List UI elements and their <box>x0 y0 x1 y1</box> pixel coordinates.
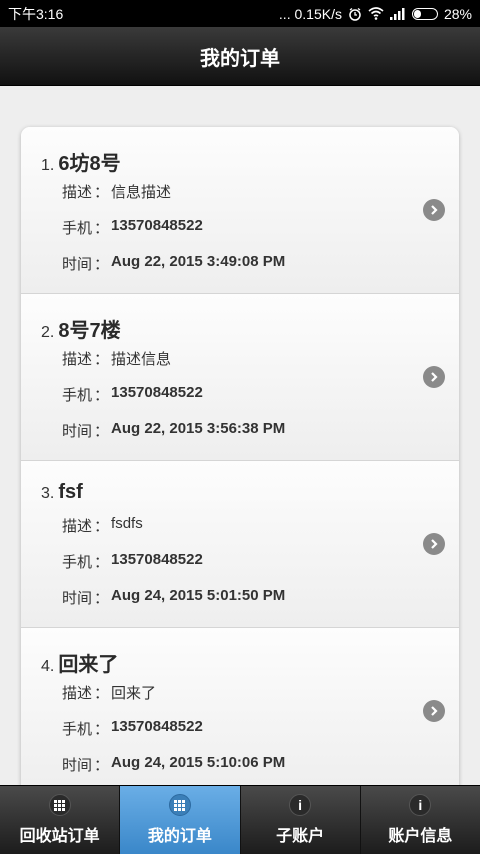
chevron-right-icon[interactable] <box>423 366 445 388</box>
network-speed: ... 0.15K/s <box>278 5 342 22</box>
separator: ： <box>94 518 110 535</box>
separator: ： <box>94 554 110 571</box>
chevron-right-icon[interactable] <box>423 199 445 221</box>
chevron-right-icon[interactable] <box>423 700 445 722</box>
order-phone: 手机： 13570848522 <box>62 217 203 238</box>
order-index: 2. <box>41 324 55 341</box>
order-title: 4. 回来了 <box>41 648 118 677</box>
tab-account-info[interactable]: i 账户信息 <box>361 786 480 854</box>
order-description: 描述：信息描述 <box>62 181 171 202</box>
phone-label: 手机 <box>62 721 93 738</box>
tab-recycle-orders[interactable]: 回收站订单 <box>0 786 121 854</box>
desc-value: fsdfs <box>111 515 143 532</box>
time-value: Aug 24, 2015 5:10:06 PM <box>111 754 286 771</box>
separator: ： <box>94 757 110 774</box>
order-phone: 手机： 13570848522 <box>62 384 203 405</box>
desc-label: 描述 <box>62 351 93 368</box>
desc-label: 描述 <box>62 518 93 535</box>
desc-label: 描述 <box>62 685 93 702</box>
order-time: 时间： Aug 22, 2015 3:56:38 PM <box>62 420 285 441</box>
desc-value: 信息描述 <box>111 184 172 201</box>
phone-label: 手机 <box>62 554 93 571</box>
phone-label: 手机 <box>62 220 93 237</box>
separator: ： <box>94 184 110 201</box>
order-phone: 手机： 13570848522 <box>62 718 203 739</box>
chevron-right-icon[interactable] <box>423 533 445 555</box>
battery-icon <box>411 7 438 20</box>
grid-icon <box>48 794 71 816</box>
order-description: 描述：描述信息 <box>62 348 171 369</box>
order-title: 3. fsf <box>41 481 83 504</box>
phone-value: 13570848522 <box>111 217 203 234</box>
order-name: 8号7楼 <box>58 320 121 342</box>
order-time: 时间： Aug 24, 2015 5:10:06 PM <box>62 754 285 775</box>
phone-value: 13570848522 <box>111 718 203 735</box>
desc-value: 回来了 <box>111 685 157 702</box>
status-time: 下午3:16 <box>8 5 64 22</box>
time-label: 时间 <box>62 590 93 607</box>
order-title: 1. 6坊8号 <box>41 147 121 176</box>
phone-value: 13570848522 <box>111 384 203 401</box>
tab-label: 账户信息 <box>388 828 453 845</box>
phone-label: 手机 <box>62 387 93 404</box>
order-index: 1. <box>41 157 55 174</box>
order-name: fsf <box>58 481 83 503</box>
tab-my-orders[interactable]: 我的订单 <box>120 786 241 854</box>
desc-label: 描述 <box>62 184 93 201</box>
tab-sub-accounts[interactable]: i 子账户 <box>241 786 361 854</box>
grid-icon <box>168 794 191 816</box>
order-time: 时间： Aug 24, 2015 5:01:50 PM <box>62 587 285 608</box>
separator: ： <box>94 590 110 607</box>
time-label: 时间 <box>62 256 93 273</box>
info-icon: i <box>289 794 312 816</box>
separator: ： <box>94 685 110 702</box>
tab-label: 我的订单 <box>147 828 212 845</box>
alarm-icon <box>348 7 362 21</box>
status-indicators: ... 0.15K/s 28% <box>279 6 472 22</box>
order-title: 2. 8号7楼 <box>41 314 121 343</box>
list-item[interactable]: 3. fsf 描述： fsdfs 手机： 13570848522 时间： Aug 24… <box>21 461 459 628</box>
tab-label: 回收站订单 <box>19 828 100 845</box>
list-item[interactable]: 4. 回来了 描述：回来了 手机： 13570848522 时间： Aug 24, … <box>21 628 459 785</box>
order-index: 4. <box>41 658 55 675</box>
tab-label: 子账户 <box>276 828 325 845</box>
wifi-icon <box>368 7 384 20</box>
order-phone: 手机： 13570848522 <box>62 551 203 572</box>
separator: ： <box>94 351 110 368</box>
time-label: 时间 <box>62 423 93 440</box>
order-name: 回来了 <box>58 654 119 676</box>
order-index: 3. <box>41 485 55 502</box>
separator: ： <box>94 721 110 738</box>
order-time: 时间： Aug 22, 2015 3:49:08 PM <box>62 253 285 274</box>
separator: ： <box>94 220 110 237</box>
info-icon: i <box>409 794 432 816</box>
list-item[interactable]: 2. 8号7楼 描述：描述信息 手机： 13570848522 时间： Aug 22… <box>21 294 459 461</box>
status-bar: 下午3:16 ... 0.15K/s 28% <box>0 0 480 27</box>
list-item[interactable]: 1. 6坊8号 描述：信息描述 手机： 13570848522 时间： Aug 22… <box>21 127 459 294</box>
time-value: Aug 22, 2015 3:56:38 PM <box>111 420 286 437</box>
bottom-tab-bar: 回收站订单 我的订单 i 子账户 i 账户信息 <box>0 785 480 854</box>
separator: ： <box>94 387 110 404</box>
time-value: Aug 24, 2015 5:01:50 PM <box>111 587 286 604</box>
battery-level: 28% <box>443 5 472 22</box>
phone-value: 13570848522 <box>111 551 203 568</box>
separator: ： <box>94 423 110 440</box>
page-title: 我的订单 <box>200 47 280 70</box>
order-description: 描述： fsdfs <box>62 515 143 536</box>
separator: ： <box>94 256 110 273</box>
header: 我的订单 <box>0 27 480 86</box>
time-value: Aug 22, 2015 3:49:08 PM <box>111 253 286 270</box>
order-list-area[interactable]: 1. 6坊8号 描述：信息描述 手机： 13570848522 时间： Aug 22… <box>0 86 480 785</box>
time-label: 时间 <box>62 757 93 774</box>
order-list: 1. 6坊8号 描述：信息描述 手机： 13570848522 时间： Aug 22… <box>21 127 459 785</box>
signal-icon <box>389 7 406 20</box>
desc-value: 描述信息 <box>111 351 172 368</box>
order-description: 描述：回来了 <box>62 682 156 703</box>
order-name: 6坊8号 <box>58 153 121 175</box>
